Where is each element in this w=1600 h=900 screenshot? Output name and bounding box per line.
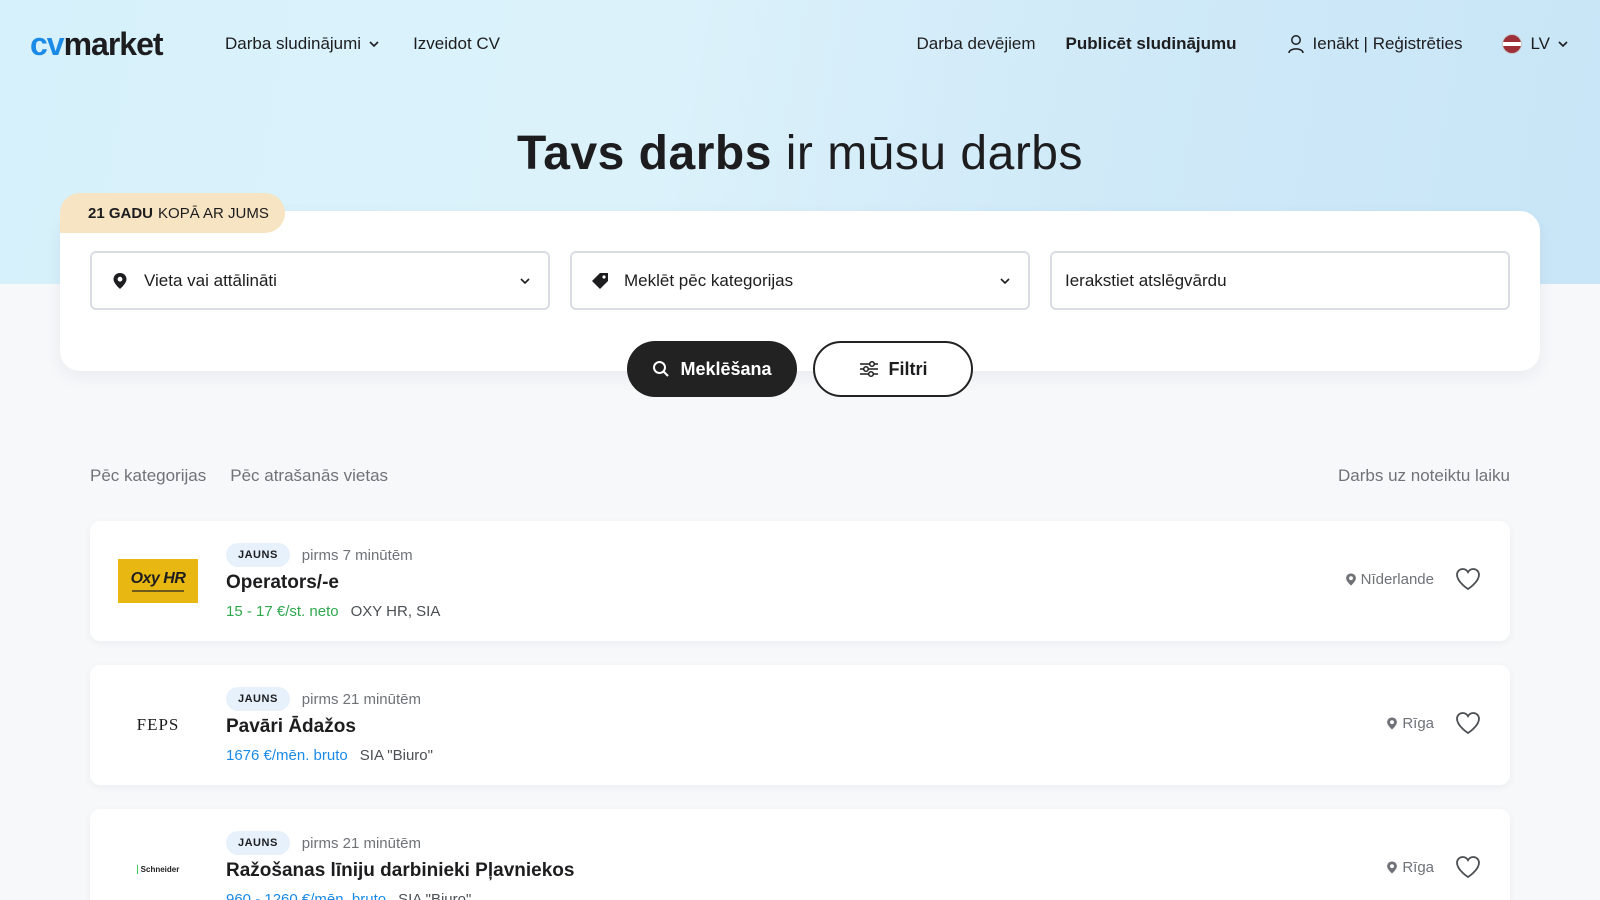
nav-publish-ad[interactable]: Publicēt sludinājumu [1066,34,1237,54]
logo-market: market [63,25,164,62]
job-location-label: Rīga [1402,715,1434,732]
job-meta: JAUNS pirms 21 minūtēm [226,831,421,855]
login-register-link[interactable]: Ienākt | Reģistrēties [1287,34,1463,54]
user-icon [1287,35,1304,54]
tag-icon [590,271,610,291]
job-company: SIA "Biuro" [398,891,472,900]
nav-job-ads[interactable]: Darba sludinājumi [225,34,379,54]
job-title[interactable]: Operators/-e [226,572,339,594]
filter-sliders-icon [859,360,878,378]
category-select-value: Meklēt pēc kategorijas [624,270,794,290]
language-label: LV [1530,34,1550,53]
logo-cv: cv [30,25,65,62]
schneider-electric-logo: Schneider [136,864,179,874]
job-meta: JAUNS pirms 21 minūtēm [226,687,421,711]
nav-create-cv-label: Izveidot CV [413,34,501,53]
job-title[interactable]: Pavāri Ādažos [226,716,356,738]
chevron-down-icon [1000,277,1010,284]
job-location: Nīderlande [1345,571,1434,588]
job-card[interactable]: FEPS JAUNS pirms 21 minūtēm Pavāri Ādažo… [90,665,1510,785]
job-card[interactable]: Oxy HR JAUNS pirms 7 minūtēm Operators/-… [90,521,1510,641]
schneider-logo-text: Schneider [136,864,179,874]
new-badge: JAUNS [226,831,290,855]
oxy-hr-logo: Oxy HR [118,559,198,603]
category-select[interactable]: Meklēt pēc kategorijas [570,251,1030,310]
posted-time: pirms 21 minūtēm [301,834,421,852]
feps-logo: FEPS [137,715,180,735]
search-button-label: Meklēšana [680,358,772,379]
location-select[interactable]: Vieta vai attālināti [90,251,550,310]
tab-by-location[interactable]: Pēc atrašanās vietas [230,466,388,486]
tab-by-category[interactable]: Pēc kategorijas [90,466,206,486]
job-salary: 1676 €/mēn. bruto [226,747,348,764]
anniversary-badge-bold: 21 GADU [88,204,154,222]
filters-button-label: Filtri [888,358,928,379]
language-selector[interactable]: LV [1502,34,1568,54]
posted-time: pirms 21 minūtēm [301,690,421,708]
tab-temporary-work[interactable]: Darbs uz noteiktu laiku [1338,466,1510,486]
company-logo: Schneider [118,847,198,891]
job-location: Rīga [1386,715,1434,732]
job-salary: 15 - 17 €/st. neto [226,603,339,620]
job-title[interactable]: Ražošanas līniju darbinieki Pļavniekos [226,860,574,882]
top-navigation: cv market Darba sludinājumi Izveidot CV D… [0,0,1600,90]
keyword-field[interactable] [1050,251,1510,310]
latvia-flag-icon [1502,34,1523,54]
posted-time: pirms 7 minūtēm [301,546,413,564]
nav-job-ads-label: Darba sludinājumi [225,34,362,53]
favorite-heart-icon[interactable] [1454,565,1482,593]
location-pin-icon [110,271,130,291]
browse-tabs: Pēc kategorijas Pēc atrašanās vietas [90,466,388,486]
job-card[interactable]: Schneider JAUNS pirms 21 minūtēm Ražošan… [90,809,1510,900]
hero-title: Tavs darbs ir mūsu darbs [0,126,1600,181]
nav-create-cv[interactable]: Izveidot CV [413,34,500,54]
chevron-down-icon [369,41,379,48]
job-location-label: Nīderlande [1360,571,1434,588]
new-badge: JAUNS [226,687,290,711]
search-icon [653,361,670,377]
location-pin-icon [1345,573,1356,586]
job-salary: 960 - 1260 €/mēn. bruto [226,891,387,900]
favorite-heart-icon[interactable] [1454,709,1482,737]
location-pin-icon [1387,717,1398,730]
chevron-down-icon [1558,41,1568,48]
primary-nav: Darba sludinājumi Izveidot CV [225,34,500,54]
oxy-hr-logo-text: Oxy HR [130,570,186,587]
secondary-nav: Darba devējiem Publicēt sludinājumu Ienā… [916,34,1568,54]
job-company: SIA "Biuro" [359,747,433,764]
location-pin-icon [1387,861,1398,874]
job-details: 1676 €/mēn. bruto SIA "Biuro" [226,747,433,764]
new-badge: JAUNS [226,543,290,567]
company-logo: FEPS [118,703,198,747]
filters-button[interactable]: Filtri [813,341,973,397]
job-location-label: Rīga [1402,859,1434,876]
keyword-input[interactable] [1065,270,1490,291]
search-button[interactable]: Meklēšana [627,341,797,397]
location-select-value: Vieta vai attālināti [144,270,277,290]
job-location: Rīga [1386,859,1434,876]
hero-title-bold: Tavs darbs [517,127,772,180]
cvmarket-logo[interactable]: cv market [30,25,164,62]
job-meta: JAUNS pirms 7 minūtēm [226,543,413,567]
anniversary-badge: 21 GADU KOPĀ AR JUMS [60,193,285,233]
chevron-down-icon [520,277,530,284]
hero-title-rest: ir mūsu darbs [771,127,1083,180]
job-company: OXY HR, SIA [350,603,441,620]
company-logo: Oxy HR [118,559,198,603]
login-register-label: Ienākt | Reģistrēties [1312,34,1463,53]
favorite-heart-icon[interactable] [1454,853,1482,881]
job-details: 960 - 1260 €/mēn. bruto SIA "Biuro" [226,891,471,900]
feps-logo-text: FEPS [136,715,180,734]
anniversary-badge-rest: KOPĀ AR JUMS [158,204,269,222]
nav-employers[interactable]: Darba devējiem [916,34,1035,54]
job-details: 15 - 17 €/st. neto OXY HR, SIA [226,603,440,620]
